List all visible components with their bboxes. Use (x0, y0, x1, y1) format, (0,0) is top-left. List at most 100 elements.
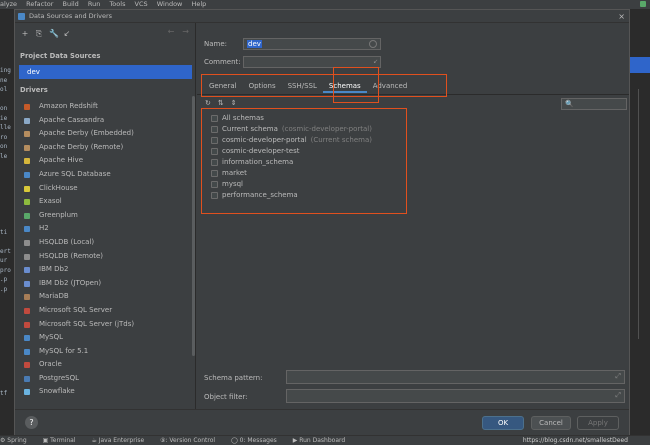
schema-item[interactable]: Current schema (cosmic-developer-portal) (211, 124, 372, 135)
left-toolbar: + ⎘ 🔧 ↙ (21, 27, 71, 39)
driver-item[interactable]: MySQL (19, 331, 191, 345)
driver-item[interactable]: Azure SQL Database (19, 168, 191, 182)
schema-pattern-expand-icon[interactable]: ⤢ (615, 372, 621, 381)
ide-code-line (0, 47, 14, 57)
import-icon[interactable]: ↙ (63, 29, 71, 38)
driver-item[interactable]: MySQL for 5.1 (19, 345, 191, 359)
menu-vcs[interactable]: VCS (135, 0, 148, 8)
ide-code-line: ie (0, 114, 8, 122)
driver-item[interactable]: Oracle (19, 358, 191, 372)
data-source-dev-label: dev (27, 68, 40, 76)
driver-label: H2 (39, 224, 49, 233)
driver-item[interactable]: Apache Derby (Embedded) (19, 127, 191, 141)
ide-code-line (0, 408, 14, 418)
schema-item[interactable]: market (211, 168, 372, 179)
tool-messages[interactable]: ◯ 0: Messages (231, 437, 277, 444)
help-icon[interactable]: ? (25, 416, 38, 429)
comment-expand-icon[interactable]: ↙ (373, 57, 378, 67)
schema-checkbox[interactable] (211, 181, 218, 188)
driver-item[interactable]: MariaDB (19, 290, 191, 304)
driver-label: Apache Derby (Embedded) (39, 129, 134, 138)
ide-code-line: .p (0, 276, 8, 283)
left-scrollbar[interactable] (192, 96, 195, 356)
driver-item[interactable]: HSQLDB (Remote) (19, 250, 191, 264)
driver-item[interactable]: Snowflake (19, 385, 191, 399)
driver-item[interactable]: ClickHouse (19, 182, 191, 196)
schema-item[interactable]: All schemas (211, 113, 372, 124)
schema-checkbox[interactable] (211, 148, 218, 155)
wrench-icon[interactable]: 🔧 (49, 29, 59, 38)
tool-spring[interactable]: ⚙ Spring (0, 437, 27, 444)
driver-label: MySQL for 5.1 (39, 346, 89, 355)
name-label: Name: (204, 40, 228, 48)
object-filter-input[interactable]: ⤢ (286, 389, 625, 403)
cancel-button[interactable]: Cancel (531, 416, 571, 430)
schema-checkbox[interactable] (211, 115, 218, 122)
driver-item[interactable]: Apache Derby (Remote) (19, 141, 191, 155)
driver-item[interactable]: Exasol (19, 195, 191, 209)
left-panel: + ⎘ 🔧 ↙ ← → Project Data Sources dev Dri… (15, 23, 196, 409)
menu-analyze[interactable]: alyze (0, 0, 17, 8)
schema-item[interactable]: cosmic-developer-portal (Current schema) (211, 135, 372, 146)
forward-arrow-icon[interactable]: → (182, 27, 189, 36)
schema-item[interactable]: mysql (211, 179, 372, 190)
menu-window[interactable]: Window (157, 0, 183, 8)
ide-code-line (0, 19, 14, 29)
schema-pattern-input[interactable]: ⤢ (286, 370, 625, 384)
driver-icon (24, 362, 30, 369)
ok-button[interactable]: OK (482, 416, 524, 430)
driver-item[interactable]: Microsoft SQL Server (jTds) (19, 318, 191, 332)
driver-item[interactable]: IBM Db2 (19, 263, 191, 277)
refresh-icon[interactable]: ↻ (205, 99, 211, 107)
collapse-all-icon[interactable]: ⇕ (231, 99, 237, 107)
tool-run-dashboard[interactable]: ▶ Run Dashboard (293, 437, 346, 444)
driver-icon (24, 212, 30, 219)
schema-item[interactable]: cosmic-developer-test (211, 146, 372, 157)
driver-label: IBM Db2 (JTOpen) (39, 278, 102, 287)
driver-icon (24, 104, 30, 110)
schema-checkbox[interactable] (211, 170, 218, 177)
driver-item[interactable]: Amazon Redshift (19, 100, 191, 114)
menu-build[interactable]: Build (62, 0, 78, 8)
ide-code-line (0, 57, 14, 67)
schema-checkbox[interactable] (211, 126, 218, 133)
expand-all-icon[interactable]: ⇅ (218, 99, 224, 107)
driver-item[interactable]: Microsoft SQL Server (19, 304, 191, 318)
name-input[interactable]: dev (243, 38, 381, 50)
ide-editor-fragment: ing ne ol on ie lle ro on le ti ert ur pro .p .p tf (0, 9, 14, 435)
driver-item[interactable]: Apache Hive (19, 154, 191, 168)
ide-code-line (0, 332, 14, 342)
data-source-dev[interactable]: dev (19, 65, 192, 79)
duplicate-icon[interactable]: ⎘ (35, 29, 43, 38)
object-filter-expand-icon[interactable]: ⤢ (615, 391, 621, 400)
add-icon[interactable]: + (21, 29, 29, 38)
menu-tools[interactable]: Tools (109, 0, 125, 8)
driver-label: Greenplum (39, 210, 78, 219)
schema-checkbox[interactable] (211, 159, 218, 166)
driver-item[interactable]: IBM Db2 (JTOpen) (19, 277, 191, 291)
driver-item[interactable]: H2 (19, 222, 191, 236)
schema-checkbox[interactable] (211, 137, 218, 144)
driver-label: Azure SQL Database (39, 169, 111, 178)
driver-item[interactable]: HSQLDB (Local) (19, 236, 191, 250)
driver-icon (24, 199, 30, 206)
tool-java-enterprise[interactable]: ☕ Java Enterprise (91, 437, 144, 444)
back-arrow-icon[interactable]: ← (168, 27, 175, 36)
menu-refactor[interactable]: Refactor (26, 0, 53, 8)
ide-code-line: pro (0, 266, 11, 274)
schema-checkbox[interactable] (211, 192, 218, 199)
close-icon[interactable]: × (618, 10, 625, 23)
apply-button[interactable]: Apply (577, 416, 619, 430)
schema-item[interactable]: information_schema (211, 157, 372, 168)
schema-search-input[interactable]: 🔍 (561, 98, 627, 110)
driver-item[interactable]: PostgreSQL (19, 372, 191, 386)
menu-help[interactable]: Help (191, 0, 206, 8)
tool-terminal[interactable]: ▣ Terminal (43, 437, 76, 444)
schema-item[interactable]: performance_schema (211, 190, 372, 201)
driver-label: Apache Cassandra (39, 115, 105, 124)
menu-run[interactable]: Run (88, 0, 100, 8)
driver-item[interactable]: Apache Cassandra (19, 114, 191, 128)
driver-item[interactable]: Greenplum (19, 209, 191, 223)
ide-code-line (0, 237, 14, 247)
tool-version-control[interactable]: ⑨: Version Control (160, 437, 215, 444)
